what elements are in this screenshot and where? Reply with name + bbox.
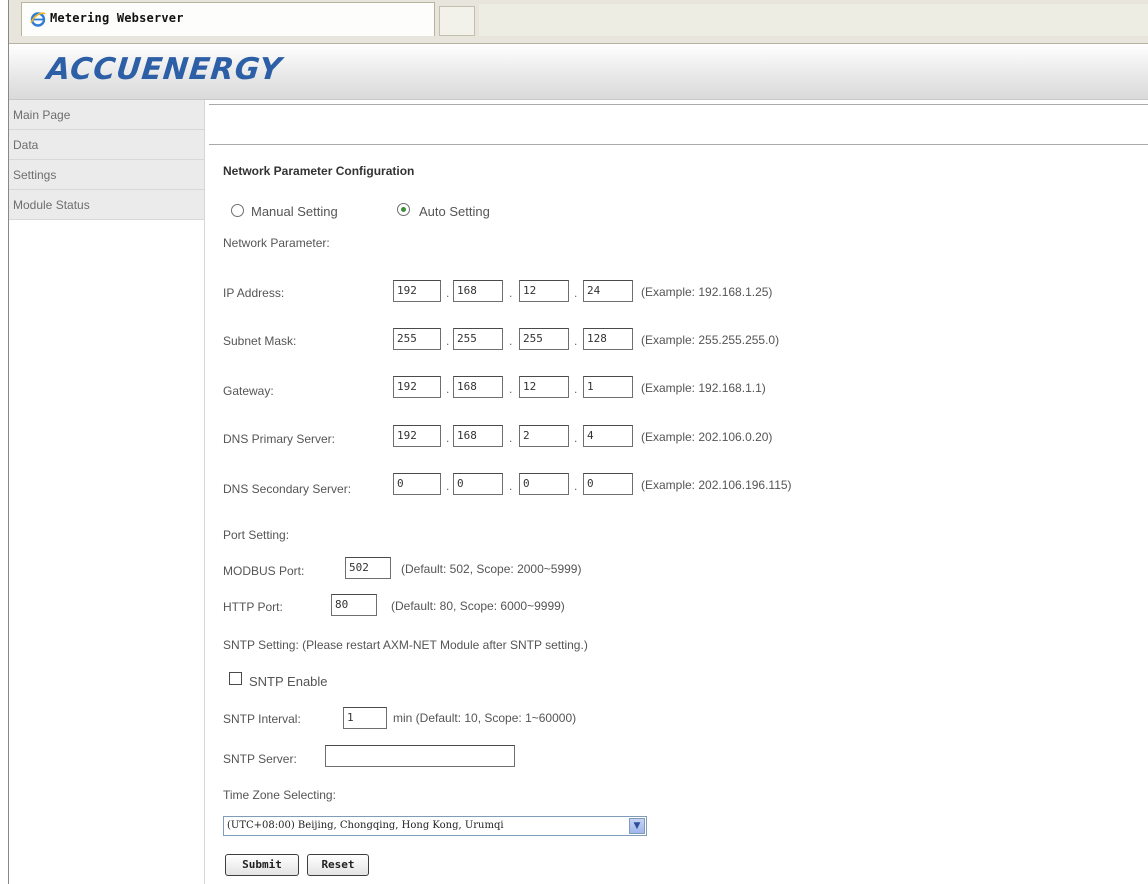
gateway-dot: . <box>574 382 578 396</box>
ip-dot: . <box>509 286 513 300</box>
browser-tab-title: Metering Webserver <box>50 11 184 25</box>
dns-primary-example: (Example: 202.106.0.20) <box>641 430 773 444</box>
reset-button[interactable]: Reset <box>307 854 369 876</box>
chevron-down-icon[interactable]: ▼ <box>629 818 645 834</box>
sntp-interval-input[interactable]: 1 <box>343 707 387 729</box>
subnet-octet-1-input[interactable]: 255 <box>393 328 441 350</box>
ip-octet-4-input[interactable]: 24 <box>583 280 633 302</box>
http-port-label: HTTP Port: <box>223 600 283 614</box>
dns2-octet-4-input[interactable]: 0 <box>583 473 633 495</box>
ip-address-example: (Example: 192.168.1.25) <box>641 285 773 299</box>
dns1-octet-1-input[interactable]: 192 <box>393 425 441 447</box>
dns1-octet-4-input[interactable]: 4 <box>583 425 633 447</box>
internet-explorer-icon <box>30 12 46 27</box>
submit-button[interactable]: Submit <box>225 854 299 876</box>
dns2-octet-1-input[interactable]: 0 <box>393 473 441 495</box>
time-zone-select[interactable]: (UTC+08:00) Beijing, Chongqing, Hong Kon… <box>223 816 647 836</box>
browser-tab-bar: Metering Webserver <box>9 0 1148 44</box>
ip-octet-3-input[interactable]: 12 <box>519 280 569 302</box>
subnet-dot: . <box>446 334 450 348</box>
gateway-octet-1-input[interactable]: 192 <box>393 376 441 398</box>
tab-strip-empty <box>479 4 1148 36</box>
dns2-octet-2-input[interactable]: 0 <box>453 473 503 495</box>
subnet-dot: . <box>574 334 578 348</box>
manual-setting-radio[interactable] <box>231 204 244 217</box>
ip-octet-2-input[interactable]: 168 <box>453 280 503 302</box>
ip-address-label: IP Address: <box>223 286 285 300</box>
sidebar-item-data[interactable]: Data <box>9 130 204 160</box>
time-zone-selected-value: (UTC+08:00) Beijing, Chongqing, Hong Kon… <box>227 820 504 831</box>
sntp-interval-hint: min (Default: 10, Scope: 1~60000) <box>393 711 577 725</box>
sidebar-nav: Main Page Data Settings Module Status <box>9 100 205 884</box>
gateway-example: (Example: 192.168.1.1) <box>641 381 766 395</box>
gateway-octet-4-input[interactable]: 1 <box>583 376 633 398</box>
sidebar-item-settings[interactable]: Settings <box>9 160 204 190</box>
brand-logo: ACCUENERGY <box>45 52 284 87</box>
dns-secondary-label: DNS Secondary Server: <box>223 482 352 496</box>
auto-setting-label: Auto Setting <box>419 204 490 219</box>
dns2-dot: . <box>574 479 578 493</box>
manual-setting-label: Manual Setting <box>251 204 338 219</box>
gateway-octet-3-input[interactable]: 12 <box>519 376 569 398</box>
sntp-enable-checkbox[interactable] <box>229 672 242 685</box>
page-title: Network Parameter Configuration <box>223 164 415 178</box>
sntp-server-label: SNTP Server: <box>223 752 297 766</box>
ip-dot: . <box>574 286 578 300</box>
dns1-octet-3-input[interactable]: 2 <box>519 425 569 447</box>
dns1-dot: . <box>574 431 578 445</box>
sntp-enable-label: SNTP Enable <box>249 674 328 689</box>
dns2-octet-3-input[interactable]: 0 <box>519 473 569 495</box>
network-parameter-heading: Network Parameter: <box>223 236 330 250</box>
subnet-octet-3-input[interactable]: 255 <box>519 328 569 350</box>
port-setting-heading: Port Setting: <box>223 528 290 542</box>
time-zone-label: Time Zone Selecting: <box>223 788 336 802</box>
sntp-server-input[interactable] <box>325 745 515 767</box>
modbus-port-input[interactable]: 502 <box>345 557 391 579</box>
browser-tab[interactable]: Metering Webserver <box>21 2 435 36</box>
dns1-dot: . <box>446 431 450 445</box>
main-content: Network Parameter Configuration Manual S… <box>209 100 1148 884</box>
site-header: ACCUENERGY <box>9 44 1148 100</box>
ip-octet-1-input[interactable]: 192 <box>393 280 441 302</box>
divider-bottom <box>209 144 1148 145</box>
sntp-setting-heading: SNTP Setting: (Please restart AXM-NET Mo… <box>223 638 588 652</box>
new-tab-button[interactable] <box>439 6 475 36</box>
browser-window: Metering Webserver ACCUENERGY Main Page … <box>8 0 1148 884</box>
sidebar-item-main-page[interactable]: Main Page <box>9 100 204 130</box>
subnet-mask-label: Subnet Mask: <box>223 334 297 348</box>
http-port-hint: (Default: 80, Scope: 6000~9999) <box>391 599 565 613</box>
subnet-octet-2-input[interactable]: 255 <box>453 328 503 350</box>
subnet-dot: . <box>509 334 513 348</box>
gateway-label: Gateway: <box>223 384 274 398</box>
gateway-dot: . <box>446 382 450 396</box>
modbus-port-hint: (Default: 502, Scope: 2000~5999) <box>401 562 582 576</box>
dns2-dot: . <box>509 479 513 493</box>
subnet-octet-4-input[interactable]: 128 <box>583 328 633 350</box>
gateway-octet-2-input[interactable]: 168 <box>453 376 503 398</box>
gateway-dot: . <box>509 382 513 396</box>
modbus-port-label: MODBUS Port: <box>223 564 305 578</box>
dns1-dot: . <box>509 431 513 445</box>
dns-secondary-example: (Example: 202.106.196.115) <box>641 478 792 492</box>
subnet-mask-example: (Example: 255.255.255.0) <box>641 333 780 347</box>
sntp-interval-label: SNTP Interval: <box>223 712 301 726</box>
dns-primary-label: DNS Primary Server: <box>223 432 336 446</box>
http-port-input[interactable]: 80 <box>331 594 377 616</box>
dns1-octet-2-input[interactable]: 168 <box>453 425 503 447</box>
dns2-dot: . <box>446 479 450 493</box>
divider-top <box>209 104 1148 105</box>
sidebar-item-module-status[interactable]: Module Status <box>9 190 204 220</box>
ip-dot: . <box>446 286 450 300</box>
auto-setting-radio[interactable] <box>397 203 410 216</box>
